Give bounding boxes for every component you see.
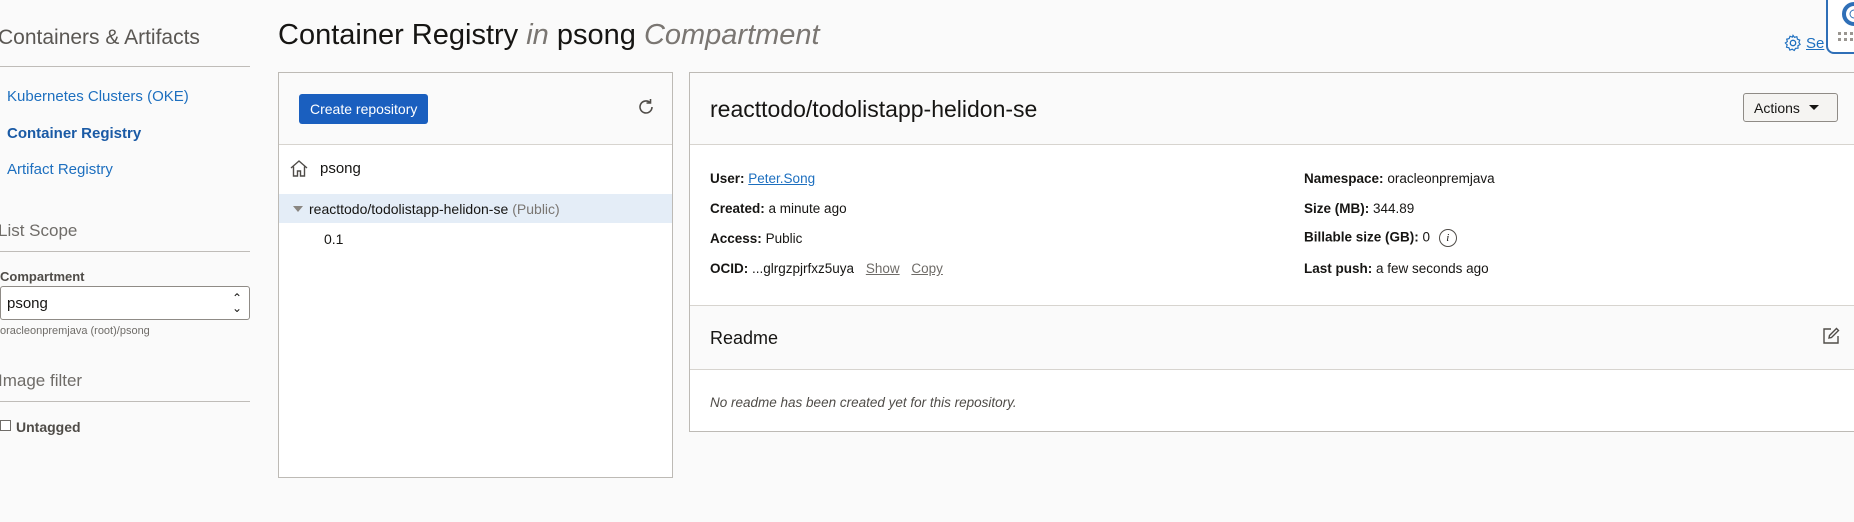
- collapse-triangle-icon[interactable]: [293, 205, 303, 212]
- info-billable-value: 0: [1422, 229, 1431, 245]
- ocid-copy-link[interactable]: Copy: [911, 261, 943, 276]
- settings-link[interactable]: Se: [1784, 34, 1824, 52]
- untagged-checkbox[interactable]: [0, 420, 11, 431]
- page-title-in: in: [526, 19, 549, 51]
- actions-button[interactable]: Actions: [1743, 93, 1838, 122]
- info-ocid-key: OCID:: [710, 261, 749, 276]
- tree-repository-item[interactable]: reacttodo/todolistapp-helidon-se (Public…: [279, 194, 672, 223]
- readme-header: Readme: [690, 306, 1854, 370]
- info-last-push: Last push: a few seconds ago: [1304, 261, 1489, 276]
- select-arrows-icon: ⌃ ⌄: [231, 291, 242, 315]
- info-created-value: a minute ago: [768, 201, 847, 216]
- list-scope-heading: List Scope: [0, 221, 78, 240]
- lifebuoy-icon: [1842, 2, 1854, 26]
- readme-section: Readme No readme has been created yet fo…: [690, 305, 1854, 431]
- user-link[interactable]: Peter.Song: [748, 171, 815, 186]
- list-scope-divider: [0, 251, 250, 252]
- repository-tree-toolbar: Create repository: [279, 73, 672, 145]
- info-access-value: Public: [765, 231, 803, 246]
- tree-repository-visibility: (Public): [512, 200, 560, 217]
- sidebar-title: Containers & Artifacts: [0, 26, 200, 49]
- sidebar-divider: [0, 66, 250, 67]
- compartment-select[interactable]: psong ⌃ ⌄: [0, 286, 250, 320]
- info-last-push-value: a few seconds ago: [1376, 261, 1489, 276]
- info-ocid: OCID: ...glrgzpjrfxz5uya Show Copy: [710, 261, 943, 276]
- page-title-suffix: Compartment: [643, 19, 820, 51]
- untagged-label: Untagged: [16, 419, 81, 435]
- page-title: Container Registry in psong Compartment: [278, 19, 820, 52]
- info-last-push-key: Last push:: [1304, 261, 1373, 276]
- apps-grid-icon: [1838, 32, 1853, 41]
- tree-root-label: psong: [320, 159, 361, 177]
- info-user-key: User:: [710, 171, 745, 186]
- info-ocid-value: ...glrgzpjrfxz5uya: [752, 261, 855, 276]
- page-title-compartment: psong: [556, 19, 636, 51]
- info-size-key: Size (MB):: [1304, 201, 1370, 216]
- repository-tree-panel: Create repository psong reacttodo/todoli…: [278, 72, 673, 478]
- info-created: Created: a minute ago: [710, 201, 847, 216]
- sidebar-link-oke[interactable]: Kubernetes Clusters (OKE): [7, 88, 189, 105]
- info-access-key: Access:: [710, 231, 762, 246]
- tree-image-tag[interactable]: 0.1: [324, 231, 343, 247]
- untagged-filter[interactable]: Untagged: [0, 419, 81, 435]
- info-size-value: 344.89: [1373, 201, 1415, 216]
- readme-title: Readme: [710, 328, 779, 348]
- tree-repository-label: reacttodo/todolistapp-helidon-se: [309, 200, 509, 217]
- compartment-path: oracleonpremjava (root)/psong: [0, 325, 150, 337]
- info-namespace-value: oracleonpremjava: [1387, 171, 1495, 186]
- actions-label: Actions: [1754, 99, 1800, 116]
- info-user: User: Peter.Song: [710, 171, 815, 186]
- settings-label: Se: [1806, 34, 1825, 52]
- help-dock[interactable]: [1826, 0, 1854, 54]
- readme-empty-message: No readme has been created yet for this …: [710, 395, 1017, 410]
- create-repository-button[interactable]: Create repository: [299, 94, 429, 124]
- image-filter-divider: [0, 401, 250, 402]
- page-title-main: Container Registry: [278, 19, 519, 51]
- repository-detail-header: reacttodo/todolistapp-helidon-se Actions: [690, 73, 1854, 145]
- image-filter-heading: Image filter: [0, 371, 83, 390]
- info-size: Size (MB): 344.89: [1304, 201, 1414, 216]
- sidebar-link-container-registry[interactable]: Container Registry: [7, 125, 141, 142]
- info-created-key: Created:: [710, 201, 765, 216]
- edit-icon[interactable]: [1821, 326, 1841, 346]
- refresh-icon[interactable]: [636, 97, 656, 117]
- info-icon[interactable]: i: [1438, 229, 1457, 247]
- home-icon: [290, 160, 308, 177]
- repository-title: reacttodo/todolistapp-helidon-se: [710, 96, 1038, 122]
- info-namespace: Namespace: oracleonpremjava: [1304, 171, 1495, 186]
- info-billable-key: Billable size (GB):: [1304, 229, 1419, 245]
- tree-root-compartment[interactable]: psong: [289, 158, 361, 178]
- info-billable-size: Billable size (GB): 0 i: [1304, 229, 1457, 247]
- caret-down-icon: [1808, 105, 1819, 110]
- sidebar-link-artifact-registry[interactable]: Artifact Registry: [7, 161, 113, 178]
- info-access: Access: Public: [710, 231, 802, 246]
- compartment-select-value: psong: [7, 295, 48, 312]
- gear-icon: [1784, 34, 1801, 52]
- compartment-label: Compartment: [0, 269, 85, 284]
- repository-detail-panel: reacttodo/todolistapp-helidon-se Actions…: [689, 72, 1854, 432]
- info-namespace-key: Namespace:: [1304, 171, 1384, 186]
- ocid-show-link[interactable]: Show: [866, 261, 900, 276]
